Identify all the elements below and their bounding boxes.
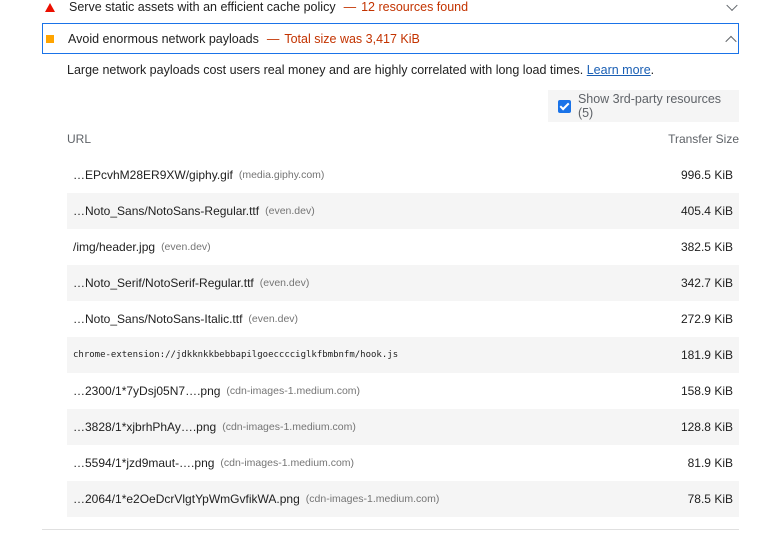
divider <box>42 529 739 530</box>
audit-description: Large network payloads cost users real m… <box>67 63 654 77</box>
audit-title: Serve static assets with an efficient ca… <box>69 0 336 14</box>
resource-host: (cdn-images-1.medium.com) <box>305 493 440 505</box>
audit-network-payloads[interactable]: Avoid enormous network payloads — Total … <box>42 23 739 54</box>
description-end: . <box>650 63 655 77</box>
resource-host: (even.dev) <box>248 313 299 325</box>
audit-display-value: Total size was 3,417 KiB <box>284 31 420 46</box>
table-row: chrome-extension://jdkknkkbebbapilgoeccc… <box>67 337 739 373</box>
table-row: /img/header.jpg (even.dev) 382.5 KiB <box>67 229 739 265</box>
resource-host: (cdn-images-1.medium.com) <box>226 385 361 397</box>
resource-host: (even.dev) <box>265 205 315 217</box>
column-header-url: URL <box>67 132 92 146</box>
resource-table: …EPcvhM28ER9XW/giphy.gif (media.giphy.co… <box>67 157 739 517</box>
transfer-size: 382.5 KiB <box>680 240 733 254</box>
transfer-size: 81.9 KiB <box>687 456 733 470</box>
chevron-down-icon[interactable] <box>726 0 738 12</box>
resource-host: (even.dev) <box>259 277 310 289</box>
column-header-transfer-size: Transfer Size <box>668 132 739 146</box>
transfer-size: 158.9 KiB <box>680 384 733 398</box>
resource-url: …Noto_Sans/NotoSans-Italic.ttf <box>73 312 243 326</box>
table-row: …2300/1*7yDsj05N7….png (cdn-images-1.med… <box>67 373 739 409</box>
resource-host: (media.giphy.com) <box>238 169 325 181</box>
table-row: …EPcvhM28ER9XW/giphy.gif (media.giphy.co… <box>67 157 739 193</box>
resource-url: chrome-extension://jdkknkkbebbapilgoeccc… <box>73 350 399 360</box>
resource-url: …Noto_Serif/NotoSerif-Regular.ttf <box>73 276 254 290</box>
resource-host: (cdn-images-1.medium.com) <box>222 421 356 433</box>
table-row: …Noto_Sans/NotoSans-Regular.ttf (even.de… <box>67 193 739 229</box>
transfer-size: 996.5 KiB <box>680 168 733 182</box>
average-square-icon <box>46 34 54 43</box>
audit-separator: — <box>343 0 357 14</box>
table-row: …5594/1*jzd9maut-….png (cdn-images-1.med… <box>67 445 739 481</box>
transfer-size: 181.9 KiB <box>680 348 733 362</box>
third-party-filter-label: Show 3rd-party resources (5) <box>577 92 722 120</box>
transfer-size: 405.4 KiB <box>680 204 733 218</box>
fail-triangle-icon <box>45 2 55 12</box>
resource-url: …3828/1*xjbrhPhAy….png <box>73 420 217 434</box>
audit-cache-policy[interactable]: Serve static assets with an efficient ca… <box>42 0 739 14</box>
resource-url: …Noto_Sans/NotoSans-Regular.ttf <box>73 204 260 218</box>
resource-url: …EPcvhM28ER9XW/giphy.gif <box>73 168 233 182</box>
audit-separator: — <box>266 31 280 46</box>
audit-title: Avoid enormous network payloads <box>68 31 259 46</box>
resource-host: (cdn-images-1.medium.com) <box>220 457 355 469</box>
table-row: …Noto_Serif/NotoSerif-Regular.ttf (even.… <box>67 265 739 301</box>
third-party-filter[interactable]: Show 3rd-party resources (5) <box>548 90 739 122</box>
checkbox-checked-icon[interactable] <box>558 99 571 113</box>
description-text: Large network payloads cost users real m… <box>67 63 584 77</box>
transfer-size: 342.7 KiB <box>680 276 733 290</box>
resource-host: (even.dev) <box>161 241 211 253</box>
resource-url: /img/header.jpg <box>73 240 156 254</box>
transfer-size: 78.5 KiB <box>687 492 733 506</box>
learn-more-link[interactable]: Learn more <box>587 63 651 77</box>
table-row: …3828/1*xjbrhPhAy….png (cdn-images-1.med… <box>67 409 739 445</box>
transfer-size: 128.8 KiB <box>680 420 733 434</box>
resource-url: …5594/1*jzd9maut-….png <box>73 456 215 470</box>
transfer-size: 272.9 KiB <box>680 312 733 326</box>
audit-display-value: 12 resources found <box>361 0 469 14</box>
resource-url: …2064/1*e2OeDcrVlgtYpWmGvfikWA.png <box>73 492 300 506</box>
table-row: …2064/1*e2OeDcrVlgtYpWmGvfikWA.png (cdn-… <box>67 481 739 517</box>
table-row: …Noto_Sans/NotoSans-Italic.ttf (even.dev… <box>67 301 739 337</box>
chevron-up-icon[interactable] <box>725 35 737 47</box>
resource-url: …2300/1*7yDsj05N7….png <box>73 384 221 398</box>
